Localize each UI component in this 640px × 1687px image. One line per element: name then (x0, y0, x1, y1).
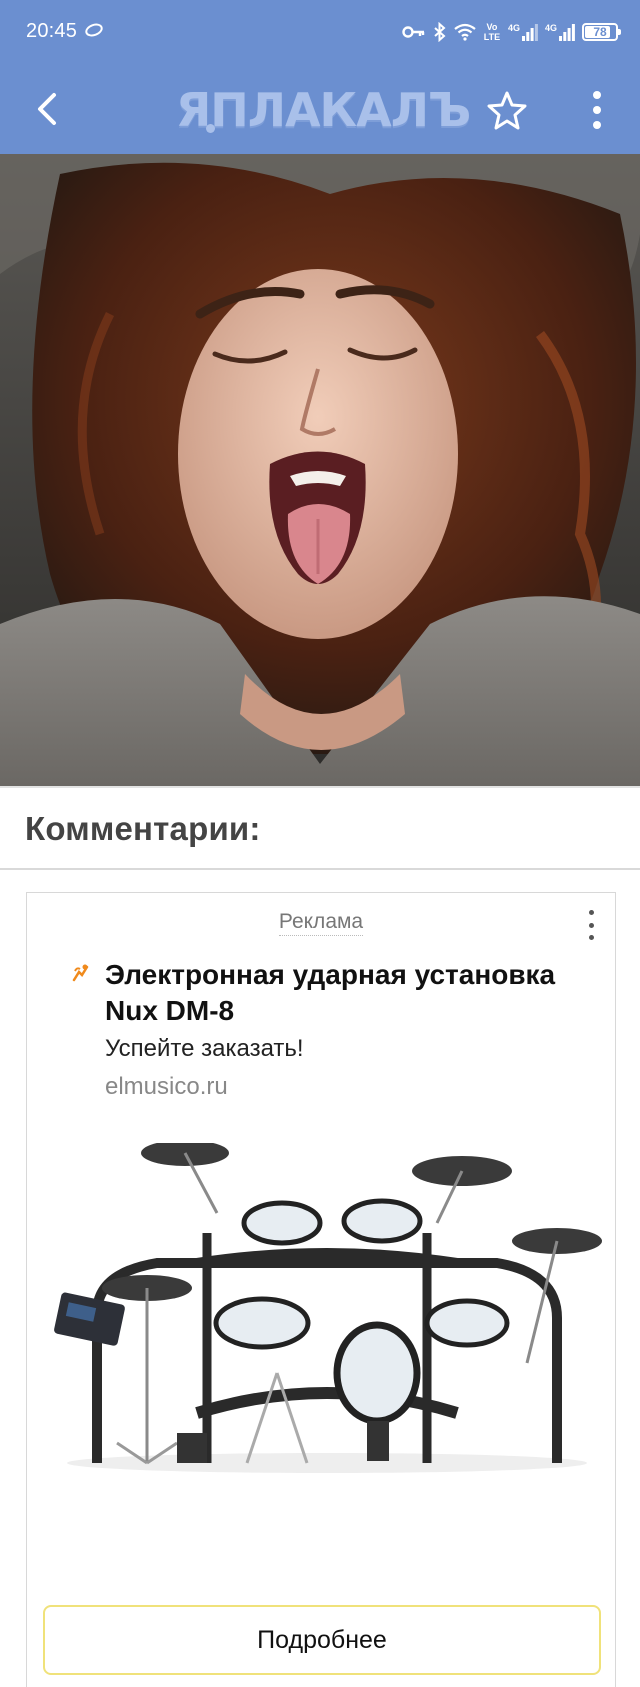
signal-sim2: 4G (545, 23, 575, 41)
header: 20:45 Vo LTE 4G 4G 78 ЯПЛАКАЛЪ (0, 0, 640, 154)
battery-icon: 78 (582, 23, 621, 41)
more-vertical-icon (593, 91, 601, 129)
key-icon (402, 26, 425, 38)
photo-of-woman-lying-on-blanket (0, 154, 640, 786)
app-logo-text: ЯПЛАКАЛЪ (175, 83, 471, 137)
post-image[interactable] (0, 154, 640, 786)
volte-label: Vo LTE (483, 22, 501, 42)
app-logo[interactable]: ЯПЛАКАЛЪ (175, 80, 471, 140)
signal-sim1: 4G (508, 23, 538, 41)
ad-domain[interactable]: elmusico.ru (105, 1073, 228, 1101)
divider (0, 786, 640, 788)
logo-drop-icon (206, 124, 215, 133)
star-icon (487, 91, 527, 130)
status-icons: Vo LTE 4G 4G 78 (402, 18, 621, 46)
ad-subtitle: Успейте заказать! (105, 1035, 304, 1062)
status-bar: 20:45 Vo LTE 4G 4G 78 (0, 0, 640, 64)
ad-menu-button[interactable] (579, 907, 603, 943)
sim2-network-label: 4G (544, 23, 557, 33)
bluetooth-icon (434, 22, 446, 42)
battery-level: 78 (593, 25, 607, 39)
sync-icon (83, 21, 105, 39)
ad-label-text: Реклама (278, 910, 364, 936)
ad-title[interactable]: Электронная ударная установка Nux DM-8 (105, 957, 585, 1029)
orange-musician-icon (72, 964, 89, 982)
status-time: 20:45 (26, 20, 78, 42)
app-bar: ЯПЛАКАЛЪ (0, 64, 640, 154)
signal-bars-icon (521, 24, 538, 41)
back-button[interactable] (22, 84, 72, 134)
chevron-left-icon (38, 93, 56, 125)
wifi-icon (454, 23, 476, 41)
signal-bars-icon (559, 24, 575, 41)
electronic-drum-kit-photo[interactable] (37, 1143, 607, 1473)
ad-card[interactable]: Реклама Электронная ударная установка Nu… (26, 892, 616, 1687)
favorite-button[interactable] (481, 84, 533, 136)
overflow-menu-button[interactable] (574, 84, 620, 136)
sim1-network-label: 4G (507, 23, 520, 33)
ad-label: Реклама (27, 910, 615, 936)
ad-cta-button[interactable]: Подробнее (43, 1605, 601, 1675)
comments-title: Комментарии: (25, 810, 261, 847)
divider (0, 868, 640, 870)
